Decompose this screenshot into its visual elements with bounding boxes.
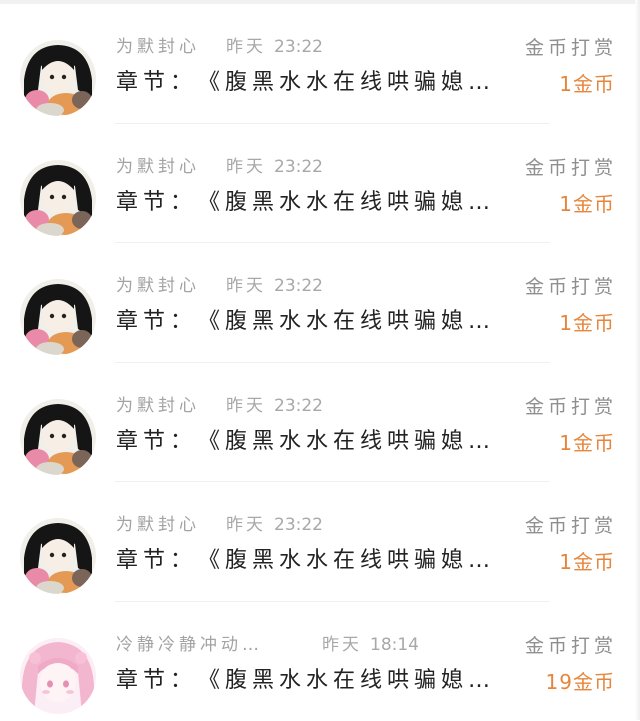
date-label: 昨天 (226, 37, 266, 57)
chapter-line[interactable]: 章节： 《腹黑水水在线哄骗媳… (116, 542, 495, 574)
scroll-edge (635, 0, 640, 720)
timestamp: 昨天 23:22 (226, 271, 323, 296)
date-label: 昨天 (226, 515, 266, 535)
reward-item[interactable]: 冷静冷静冲动… 昨天 18:14 金币打赏 章节： 《腹黑水水在线哄骗媳… 19金币 (0, 602, 635, 721)
reward-amount: 1金币 (559, 546, 615, 575)
chapter-line[interactable]: 章节： 《腹黑水水在线哄骗媳… (116, 64, 495, 96)
reward-type: 金币打赏 (525, 511, 617, 538)
dark-hair-anime-avatar[interactable] (20, 399, 96, 475)
chapter-title: 《腹黑水水在线哄骗媳… (209, 429, 495, 454)
chapter-title: 《腹黑水水在线哄骗媳… (209, 309, 495, 334)
reward-amount: 1金币 (559, 427, 615, 456)
chapter-prefix: 章节： (116, 429, 197, 454)
time-label: 23:22 (274, 515, 323, 535)
reward-type: 金币打赏 (525, 153, 617, 180)
dark-hair-anime-avatar[interactable] (20, 518, 96, 594)
reward-item[interactable]: 为默封心 昨天 23:22 金币打赏 章节： 《腹黑水水在线哄骗媳… 1金币 (0, 4, 635, 124)
reward-amount: 1金币 (559, 188, 615, 217)
chapter-prefix: 章节： (116, 668, 197, 693)
timestamp: 昨天 23:22 (226, 510, 323, 535)
reward-item[interactable]: 为默封心 昨天 23:22 金币打赏 章节： 《腹黑水水在线哄骗媳… 1金币 (0, 482, 635, 602)
pink-hair-anime-avatar[interactable] (20, 638, 96, 714)
chapter-title: 《腹黑水水在线哄骗媳… (209, 668, 495, 693)
user-name[interactable]: 为默封心 (116, 32, 200, 57)
user-name[interactable]: 冷静冷静冲动… (116, 630, 263, 655)
dark-hair-anime-avatar[interactable] (20, 160, 96, 236)
user-name[interactable]: 为默封心 (116, 152, 200, 177)
chapter-prefix: 章节： (116, 70, 197, 95)
user-name[interactable]: 为默封心 (116, 271, 200, 296)
timestamp: 昨天 23:22 (226, 32, 323, 57)
reward-type: 金币打赏 (525, 33, 617, 60)
user-name[interactable]: 为默封心 (116, 391, 200, 416)
chapter-line[interactable]: 章节： 《腹黑水水在线哄骗媳… (116, 423, 495, 455)
chapter-prefix: 章节： (116, 548, 197, 573)
reward-list: 为默封心 昨天 23:22 金币打赏 章节： 《腹黑水水在线哄骗媳… 1金币 为默封… (0, 4, 635, 721)
time-label: 18:14 (370, 635, 419, 655)
timestamp: 昨天 18:14 (322, 630, 419, 655)
chapter-line[interactable]: 章节： 《腹黑水水在线哄骗媳… (116, 184, 495, 216)
reward-type: 金币打赏 (525, 631, 617, 658)
date-label: 昨天 (322, 635, 362, 655)
reward-item[interactable]: 为默封心 昨天 23:22 金币打赏 章节： 《腹黑水水在线哄骗媳… 1金币 (0, 124, 635, 244)
chapter-title: 《腹黑水水在线哄骗媳… (209, 70, 495, 95)
chapter-prefix: 章节： (116, 190, 197, 215)
reward-amount: 1金币 (559, 68, 615, 97)
chapter-line[interactable]: 章节： 《腹黑水水在线哄骗媳… (116, 303, 495, 335)
chapter-prefix: 章节： (116, 309, 197, 334)
reward-amount: 19金币 (546, 666, 615, 695)
chapter-title: 《腹黑水水在线哄骗媳… (209, 548, 495, 573)
time-label: 23:22 (274, 396, 323, 416)
time-label: 23:22 (274, 37, 323, 57)
reward-type: 金币打赏 (525, 392, 617, 419)
reward-amount: 1金币 (559, 307, 615, 336)
reward-item[interactable]: 为默封心 昨天 23:22 金币打赏 章节： 《腹黑水水在线哄骗媳… 1金币 (0, 363, 635, 483)
timestamp: 昨天 23:22 (226, 391, 323, 416)
timestamp: 昨天 23:22 (226, 152, 323, 177)
reward-item[interactable]: 为默封心 昨天 23:22 金币打赏 章节： 《腹黑水水在线哄骗媳… 1金币 (0, 243, 635, 363)
time-label: 23:22 (274, 276, 323, 296)
chapter-line[interactable]: 章节： 《腹黑水水在线哄骗媳… (116, 662, 495, 694)
chapter-title: 《腹黑水水在线哄骗媳… (209, 190, 495, 215)
reward-type: 金币打赏 (525, 272, 617, 299)
dark-hair-anime-avatar[interactable] (20, 40, 96, 116)
time-label: 23:22 (274, 157, 323, 177)
date-label: 昨天 (226, 157, 266, 177)
date-label: 昨天 (226, 276, 266, 296)
user-name[interactable]: 为默封心 (116, 510, 200, 535)
date-label: 昨天 (226, 396, 266, 416)
dark-hair-anime-avatar[interactable] (20, 279, 96, 355)
